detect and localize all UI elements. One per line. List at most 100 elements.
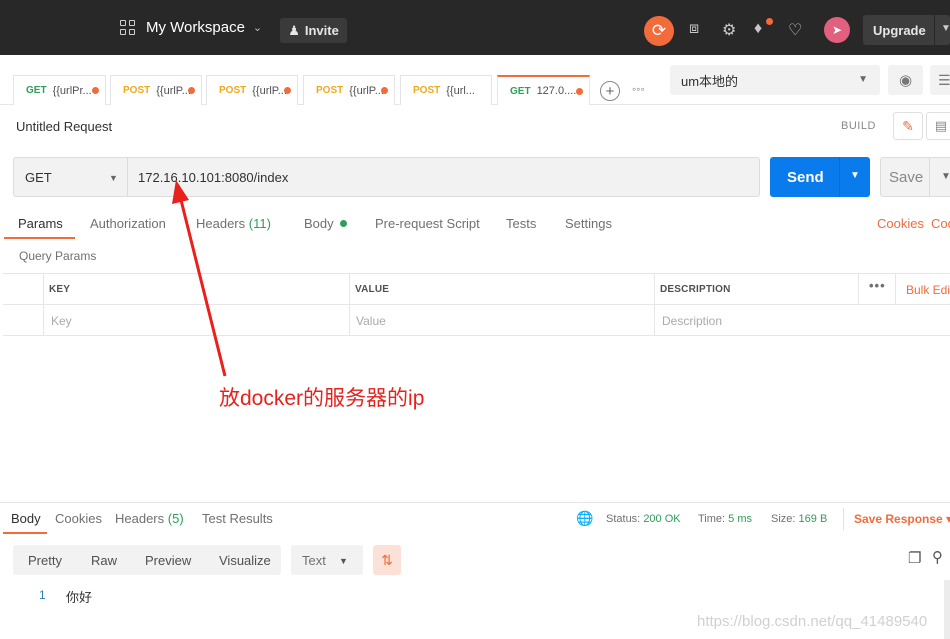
- tab-method: POST: [219, 85, 247, 96]
- request-tab[interactable]: POST {{urlP...: [206, 75, 298, 105]
- response-tab-headers[interactable]: Headers (5): [115, 511, 184, 526]
- response-tab-test-results[interactable]: Test Results: [202, 511, 273, 526]
- chevron-down-icon: ▼: [339, 556, 348, 566]
- workspace-switcher[interactable]: My Workspace ⌄: [120, 19, 262, 36]
- environment-select[interactable]: um本地的 ▼: [670, 65, 880, 95]
- tab-method: GET: [26, 85, 47, 96]
- cookies-link[interactable]: Cookies: [877, 216, 924, 231]
- chevron-down-icon[interactable]: ▼: [850, 170, 860, 181]
- request-tab[interactable]: GET {{urlPr...: [13, 75, 106, 105]
- format-raw[interactable]: Raw: [91, 553, 117, 568]
- code-link[interactable]: Code: [931, 216, 950, 231]
- build-label: BUILD: [841, 120, 876, 132]
- tab-params[interactable]: Params: [18, 216, 63, 231]
- active-tab-underline: [4, 237, 75, 239]
- size-readout: Size: 169 B: [771, 513, 827, 525]
- response-tab-body[interactable]: Body: [11, 511, 41, 526]
- language-select[interactable]: Text ▼: [291, 545, 363, 575]
- scrollbar[interactable]: [944, 580, 950, 639]
- invite-button[interactable]: ♟ Invite: [280, 18, 347, 43]
- new-tab-plus-icon[interactable]: +: [600, 81, 620, 101]
- tab-tests[interactable]: Tests: [506, 216, 536, 231]
- copy-icon[interactable]: ❐: [908, 549, 921, 567]
- upgrade-button[interactable]: Upgrade ▼: [863, 15, 950, 45]
- tab-method: POST: [413, 85, 441, 96]
- method-label: GET: [25, 169, 52, 185]
- add-user-icon: ♟: [288, 22, 300, 38]
- body-status-dot: [339, 220, 347, 227]
- status-readout: Status: 200 OK: [606, 513, 681, 525]
- method-select[interactable]: GET ▼: [13, 157, 128, 197]
- key-input[interactable]: Key: [51, 314, 72, 328]
- tab-method: GET: [510, 85, 531, 97]
- globe-icon[interactable]: 🌐: [576, 510, 593, 527]
- request-tab[interactable]: POST {{url...: [400, 75, 492, 105]
- chevron-down-icon: ⌄: [252, 22, 263, 34]
- sliders-icon[interactable]: ☰: [930, 65, 950, 95]
- headers-count: (11): [248, 216, 271, 231]
- unsaved-dot: [576, 88, 583, 95]
- gear-icon[interactable]: ⚙: [722, 20, 736, 40]
- request-tab[interactable]: POST {{urlP...: [110, 75, 202, 105]
- url-value: 172.16.10.101:8080/index: [138, 169, 289, 185]
- tab-prerequest-script[interactable]: Pre-request Script: [375, 216, 480, 231]
- heart-icon[interactable]: ♡: [788, 20, 802, 40]
- size-label: Size:: [771, 513, 796, 525]
- tab-name: {{urlP...: [156, 84, 191, 97]
- tab-name: {{url...: [446, 84, 475, 97]
- response-headers-count: (5): [167, 511, 184, 526]
- watermark: https://blog.csdn.net/qq_41489540: [697, 613, 928, 630]
- chevron-down-icon[interactable]: ▼: [941, 23, 950, 34]
- language-label: Text: [302, 553, 326, 568]
- sync-icon[interactable]: ⟳: [644, 16, 674, 46]
- notification-badge: [766, 18, 773, 25]
- time-value: 5 ms: [728, 513, 752, 525]
- tab-authorization[interactable]: Authorization: [90, 216, 166, 231]
- send-button[interactable]: Send ▼: [770, 157, 870, 197]
- bell-icon[interactable]: ♦: [754, 20, 762, 38]
- response-body-line: 你好: [66, 590, 93, 605]
- time-label: Time:: [698, 513, 726, 525]
- response-tab-cookies[interactable]: Cookies: [55, 511, 102, 526]
- format-visualize[interactable]: Visualize: [219, 553, 271, 568]
- tab-name: {{urlP...: [349, 84, 384, 97]
- save-response-label: Save Response: [854, 512, 943, 526]
- more-options-icon[interactable]: •••: [869, 278, 886, 293]
- tab-method: POST: [123, 85, 151, 96]
- tab-settings[interactable]: Settings: [565, 216, 612, 231]
- save-button[interactable]: Save ▼: [880, 157, 950, 197]
- annotation-text: 放docker的服务器的ip: [219, 387, 425, 410]
- chevron-down-icon[interactable]: ▼: [941, 171, 950, 182]
- comment-icon[interactable]: ▤: [926, 112, 950, 140]
- send-label: Send: [787, 169, 824, 186]
- search-icon[interactable]: ⚲: [932, 548, 943, 566]
- format-pretty[interactable]: Pretty: [28, 553, 62, 568]
- tab-headers[interactable]: Headers (11): [196, 216, 271, 231]
- request-title[interactable]: Untitled Request: [16, 119, 112, 134]
- chevron-down-icon: ▼: [109, 173, 118, 183]
- query-params-title: Query Params: [19, 249, 97, 263]
- request-tab[interactable]: POST {{urlP...: [303, 75, 395, 105]
- save-response-button[interactable]: Save Response ▾: [854, 512, 950, 526]
- description-input[interactable]: Description: [662, 314, 722, 328]
- wrap-lines-icon[interactable]: ⇅: [373, 545, 401, 575]
- more-tabs-icon[interactable]: ◦◦◦: [632, 82, 645, 96]
- save-label: Save: [889, 169, 924, 186]
- request-tab-active[interactable]: GET 127.0....: [497, 75, 590, 105]
- tab-name: {{urlP...: [252, 84, 287, 97]
- table-row: Key Value Description: [3, 305, 950, 336]
- eye-icon[interactable]: ◉: [888, 65, 923, 95]
- column-header-description: DESCRIPTION: [660, 284, 731, 295]
- column-header-value: VALUE: [355, 284, 390, 295]
- bulk-edit-link[interactable]: Bulk Edit: [906, 283, 950, 297]
- satellite-icon[interactable]: ⧈: [689, 20, 699, 38]
- tab-method: POST: [316, 85, 344, 96]
- format-preview[interactable]: Preview: [145, 553, 191, 568]
- value-input[interactable]: Value: [356, 314, 386, 328]
- avatar[interactable]: ➤: [824, 17, 850, 43]
- tab-body[interactable]: Body: [304, 216, 347, 231]
- url-input[interactable]: 172.16.10.101:8080/index: [128, 157, 760, 197]
- tab-body-label: Body: [304, 216, 334, 231]
- unsaved-dot: [284, 87, 291, 94]
- pencil-icon[interactable]: ✎: [893, 112, 923, 140]
